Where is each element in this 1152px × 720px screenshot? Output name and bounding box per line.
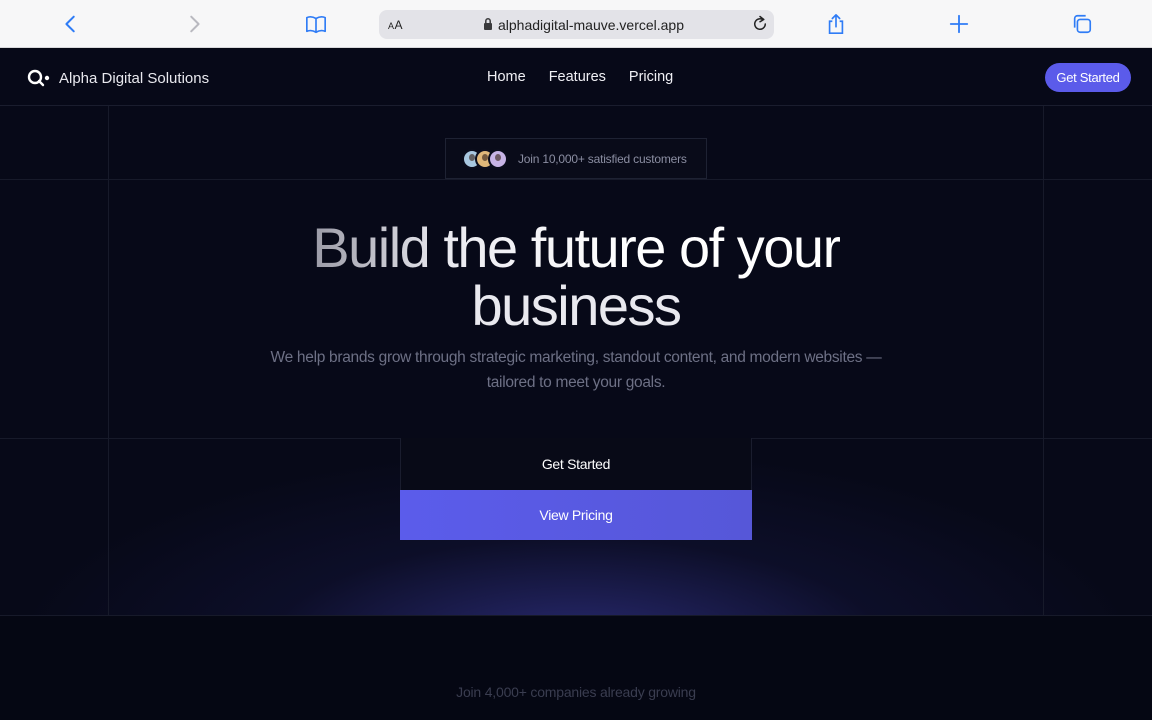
grid-line	[0, 438, 400, 439]
hero-title-line-2: business	[471, 274, 682, 337]
tabs-button[interactable]	[1068, 10, 1096, 38]
webpage: Alpha Digital Solutions Home Features Pr…	[0, 49, 1152, 720]
hero-subtitle: We help brands grow through strategic ma…	[270, 349, 882, 391]
get-started-label: Get Started	[541, 456, 611, 472]
tabs-icon	[1073, 14, 1092, 34]
grid-line	[108, 106, 109, 616]
logos-section	[0, 616, 1152, 720]
new-tab-button[interactable]	[945, 10, 973, 38]
forward-icon	[190, 15, 200, 33]
brand-name: Alpha Digital Solutions	[59, 69, 210, 87]
logo-icon	[27, 69, 50, 87]
hero-title-line-1: Build the future of your	[312, 216, 841, 279]
nav-get-started-button[interactable]: Get Started	[1045, 63, 1131, 92]
nav-link-features[interactable]: Features	[549, 69, 606, 85]
avatar	[488, 148, 508, 169]
site-nav: Alpha Digital Solutions Home Features Pr…	[0, 49, 1152, 106]
url-text: alphadigital-mauve.vercel.app	[498, 17, 684, 33]
avatar-group	[462, 148, 508, 169]
logo[interactable]: Alpha Digital Solutions	[27, 68, 209, 88]
browser-toolbar: AA alphadigital-mauve.vercel.app	[0, 0, 1152, 48]
lock-icon	[484, 18, 492, 30]
share-button[interactable]	[822, 10, 850, 38]
grid-line	[0, 179, 1152, 180]
view-pricing-button[interactable]: View Pricing	[400, 490, 752, 540]
address-bar[interactable]: AA alphadigital-mauve.vercel.app	[379, 10, 774, 39]
nav-links: Home Features Pricing	[487, 69, 673, 85]
reader-button[interactable]: AA	[388, 18, 403, 32]
grid-line	[1043, 106, 1044, 616]
nav-link-home[interactable]: Home	[487, 69, 526, 85]
back-button[interactable]	[57, 10, 85, 38]
reload-icon[interactable]	[751, 15, 769, 33]
nav-link-pricing[interactable]: Pricing	[629, 69, 673, 85]
forward-button[interactable]	[180, 10, 208, 38]
customers-badge: Join 10,000+ satisfied customers	[445, 138, 707, 179]
badge-text: Join 10,000+ satisfied customers	[518, 151, 687, 166]
bookmarks-button[interactable]	[302, 10, 330, 38]
companies-heading: Join 4,000+ companies already growing	[456, 684, 696, 700]
hero-title: Build the future of your business	[0, 219, 1152, 335]
back-icon	[65, 15, 75, 33]
bookmarks-icon	[306, 16, 326, 34]
share-icon	[828, 14, 844, 34]
get-started-button[interactable]: Get Started	[400, 438, 752, 490]
new-tab-icon	[949, 14, 969, 34]
grid-line	[752, 438, 1152, 439]
